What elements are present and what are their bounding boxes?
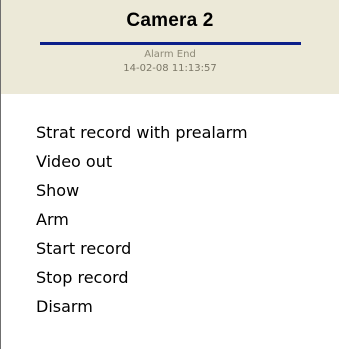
menu-item-video-out[interactable]: Video out (36, 147, 248, 176)
popup-header: Camera 2 Alarm End 14-02-08 11:13:57 (1, 0, 339, 94)
title-underline (40, 42, 301, 45)
menu-item-arm[interactable]: Arm (36, 205, 248, 234)
menu-item-stop-record[interactable]: Stop record (36, 263, 248, 292)
camera-title: Camera 2 (126, 10, 214, 31)
menu-item-start-record[interactable]: Start record (36, 234, 248, 263)
alarm-event-label: Alarm End (144, 49, 196, 60)
alarm-timestamp: 14-02-08 11:13:57 (123, 63, 217, 74)
menu-item-disarm[interactable]: Disarm (36, 292, 248, 321)
menu-item-show[interactable]: Show (36, 176, 248, 205)
menu-item-start-record-prealarm[interactable]: Strat record with prealarm (36, 118, 248, 147)
camera-action-menu: Strat record with prealarm Video out Sho… (36, 118, 248, 321)
camera-context-popup: Camera 2 Alarm End 14-02-08 11:13:57 Str… (0, 0, 339, 349)
